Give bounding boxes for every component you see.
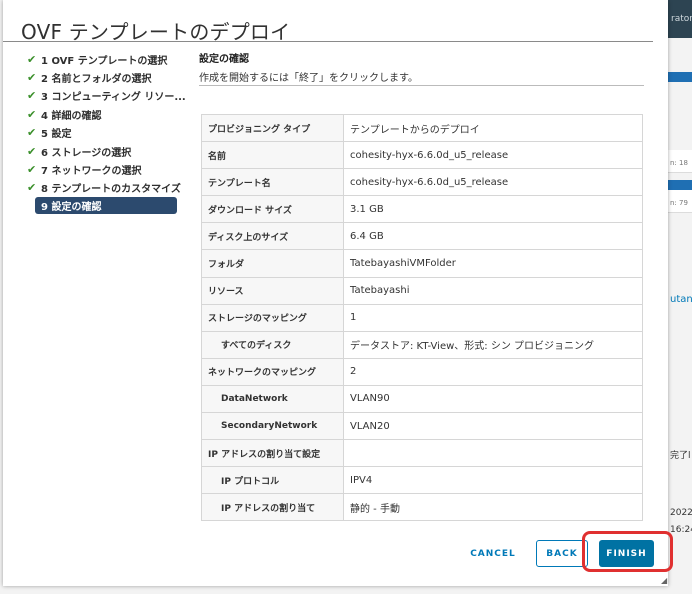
background-row: n: 79	[668, 190, 692, 213]
check-icon: ✔	[27, 144, 37, 158]
review-row: 名前 cohesity-hyx-6.6.0d_u5_release	[201, 141, 643, 170]
review-value: Tatebayashi	[343, 276, 643, 305]
review-table: プロビジョニング タイプ テンプレートからのデプロイ 名前 cohesity-hyx-…	[201, 113, 643, 522]
review-value: 3.1 GB	[343, 195, 643, 224]
check-icon: ✔	[27, 181, 37, 195]
content-subtitle: 作成を開始するには「終了」をクリックします。	[199, 73, 418, 84]
wizard-step-label: 7 ネットワークの選択	[41, 166, 142, 178]
finish-highlight	[582, 531, 673, 572]
check-icon: ✔	[27, 89, 37, 103]
review-row: ダウンロード サイズ 3.1 GB	[201, 195, 643, 224]
review-value: 静的 - 手動	[343, 493, 643, 522]
background-band	[668, 180, 692, 190]
wizard-step[interactable]: ✔ 1 OVF テンプレートの選択	[25, 50, 187, 68]
background-link[interactable]: utani	[670, 294, 692, 305]
check-icon: ✔	[27, 71, 37, 85]
review-row: すべてのディスク データストア: KT-View、形式: シン プロビジョニング	[201, 330, 643, 359]
review-row: ストレージのマッピング 1	[201, 303, 643, 332]
back-button[interactable]: BACK	[536, 540, 588, 567]
content-divider	[199, 85, 644, 86]
wizard-step-label: 5 設定	[41, 129, 72, 141]
review-value: TatebayashiVMFolder	[343, 249, 643, 278]
check-icon: ✔	[27, 107, 37, 121]
check-icon: ✔	[27, 126, 37, 140]
review-value: 2	[343, 357, 643, 386]
review-row: ディスク上のサイズ 6.4 GB	[201, 222, 643, 251]
review-key: IP アドレスの割り当て設定	[201, 439, 344, 468]
review-value: 6.4 GB	[343, 222, 643, 251]
title-divider	[3, 41, 653, 42]
review-value: VLAN20	[343, 412, 643, 441]
review-key: すべてのディスク	[201, 330, 344, 359]
background-band	[668, 72, 692, 82]
review-value: 1	[343, 303, 643, 332]
review-key: IP プロトコル	[201, 466, 344, 495]
wizard-step-label: 3 コンピューティング リソー...	[41, 92, 186, 104]
review-value: cohesity-hyx-6.6.0d_u5_release	[343, 168, 643, 197]
review-row: IP アドレスの割り当て設定	[201, 439, 643, 468]
review-key: フォルダ	[201, 249, 344, 278]
wizard-step[interactable]: ✔ 8 テンプレートのカスタマイズ	[25, 179, 187, 197]
review-key: ディスク上のサイズ	[201, 222, 344, 251]
wizard-step[interactable]: 9 設定の確認	[35, 197, 177, 215]
wizard-step[interactable]: ✔ 6 ストレージの選択	[25, 142, 187, 160]
wizard-step[interactable]: ✔ 4 詳細の確認	[25, 105, 187, 123]
wizard-step[interactable]: ✔ 7 ネットワークの選択	[25, 160, 187, 178]
review-key: IP アドレスの割り当て	[201, 493, 344, 522]
review-value: cohesity-hyx-6.6.0d_u5_release	[343, 141, 643, 170]
wizard-steps: ✔ 1 OVF テンプレートの選択 ✔ 2 名前とフォルダの選択 ✔ 3 コンピューティン…	[25, 50, 187, 215]
review-row: テンプレート名 cohesity-hyx-6.6.0d_u5_release	[201, 168, 643, 197]
review-key: ダウンロード サイズ	[201, 195, 344, 224]
wizard-step-label: 9 設定の確認	[41, 202, 102, 214]
content-header: 設定の確認 作成を開始するには「終了」をクリックします。	[199, 50, 643, 84]
review-key: プロビジョニング タイプ	[201, 113, 344, 143]
content-title: 設定の確認	[199, 54, 249, 65]
background-row: n: 18	[668, 150, 692, 173]
wizard-step-label: 2 名前とフォルダの選択	[41, 74, 152, 86]
resize-handle-icon[interactable]: ◢	[661, 576, 667, 585]
wizard-step-label: 1 OVF テンプレートの選択	[41, 55, 168, 67]
review-row: IP アドレスの割り当て 静的 - 手動	[201, 493, 643, 522]
wizard-step-label: 4 詳細の確認	[41, 110, 102, 122]
review-key: ストレージのマッピング	[201, 303, 344, 332]
check-icon: ✔	[27, 163, 37, 177]
review-row: DataNetwork VLAN90	[201, 384, 643, 414]
review-key: テンプレート名	[201, 168, 344, 197]
wizard-step-label: 6 ストレージの選択	[41, 147, 132, 159]
review-key: 名前	[201, 141, 344, 170]
review-value: テンプレートからのデプロイ	[343, 113, 643, 143]
review-value	[343, 439, 643, 468]
wizard-step-label: 8 テンプレートのカスタマイズ	[41, 184, 181, 196]
wizard-step[interactable]: ✔ 5 設定	[25, 124, 187, 142]
review-key: リソース	[201, 276, 344, 305]
review-row: フォルダ TatebayashiVMFolder	[201, 249, 643, 278]
background-status: 完了l	[670, 451, 691, 461]
review-row: SecondaryNetwork VLAN20	[201, 412, 643, 441]
wizard-step[interactable]: ✔ 2 名前とフォルダの選択	[25, 68, 187, 86]
cancel-button[interactable]: CANCEL	[461, 540, 525, 567]
review-row: IP プロトコル IPV4	[201, 466, 643, 495]
deploy-ovf-dialog: OVF テンプレートのデプロイ ✔ 1 OVF テンプレートの選択 ✔ 2 名前とフォ…	[3, 0, 673, 586]
background-year: 2022	[670, 508, 692, 518]
background-user-label: rator@V	[671, 14, 692, 24]
review-key: ネットワークのマッピング	[201, 357, 344, 386]
review-key: DataNetwork	[201, 384, 344, 414]
review-row: プロビジョニング タイプ テンプレートからのデプロイ	[201, 113, 643, 143]
review-row: ネットワークのマッピング 2	[201, 357, 643, 386]
check-icon: ✔	[27, 52, 37, 66]
review-value: IPV4	[343, 466, 643, 495]
review-value: VLAN90	[343, 384, 643, 414]
review-row: リソース Tatebayashi	[201, 276, 643, 305]
wizard-step[interactable]: ✔ 3 コンピューティング リソー...	[25, 87, 187, 105]
background-time: 16:24	[670, 525, 692, 535]
review-key: SecondaryNetwork	[201, 412, 344, 441]
review-value: データストア: KT-View、形式: シン プロビジョニング	[343, 330, 643, 359]
